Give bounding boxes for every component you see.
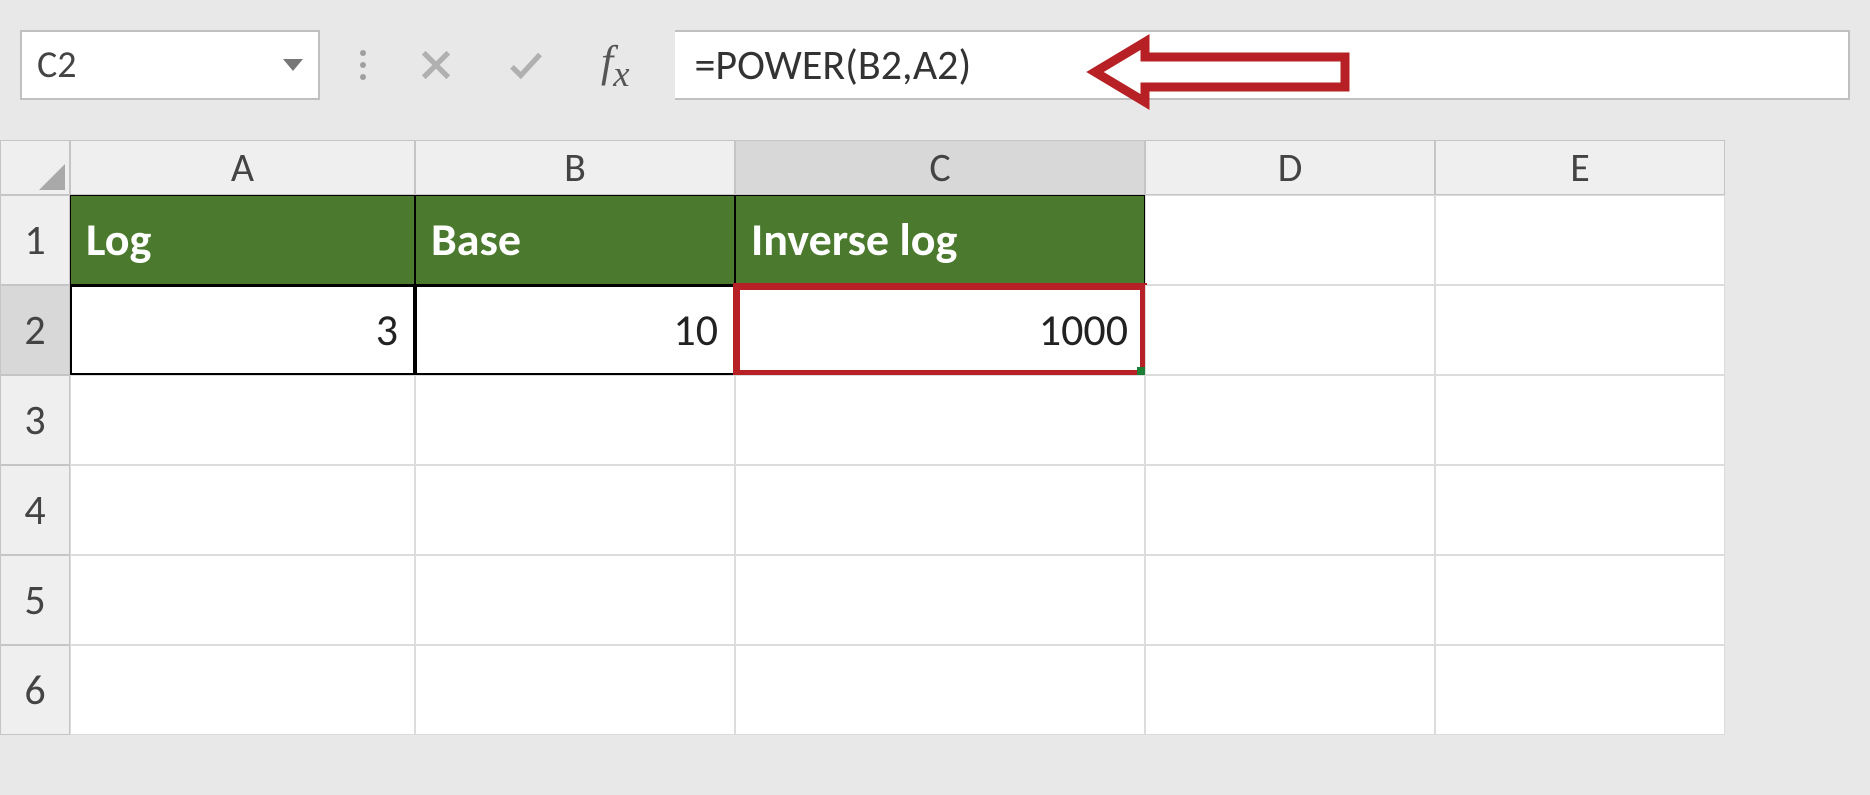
column-headers-row: A B C D E bbox=[0, 140, 1870, 195]
cell-B4[interactable] bbox=[415, 465, 735, 555]
cell-C6[interactable] bbox=[735, 645, 1145, 735]
cancel-icon[interactable] bbox=[406, 44, 466, 86]
row-header-5[interactable]: 5 bbox=[0, 555, 70, 645]
cell-B5[interactable] bbox=[415, 555, 735, 645]
row-2: 2 3 10 1000 bbox=[0, 285, 1870, 375]
cell-E4[interactable] bbox=[1435, 465, 1725, 555]
cell-D4[interactable] bbox=[1145, 465, 1435, 555]
cell-A6[interactable] bbox=[70, 645, 415, 735]
row-1: 1 Log Base Inverse log bbox=[0, 195, 1870, 285]
row-header-1[interactable]: 1 bbox=[0, 195, 70, 285]
row-5: 5 bbox=[0, 555, 1870, 645]
select-all-corner[interactable] bbox=[0, 140, 70, 195]
col-header-D[interactable]: D bbox=[1145, 140, 1435, 195]
cell-B6[interactable] bbox=[415, 645, 735, 735]
cell-E1[interactable] bbox=[1435, 195, 1725, 285]
cell-E6[interactable] bbox=[1435, 645, 1725, 735]
arrow-left-annotation-icon bbox=[1085, 27, 1375, 129]
spreadsheet-grid: A B C D E 1 Log Base Inverse log 2 3 10 … bbox=[0, 140, 1870, 735]
formula-bar: C2 fx =POWER(B2,A2) bbox=[0, 0, 1870, 110]
cell-B2[interactable]: 10 bbox=[415, 285, 735, 375]
cell-A1[interactable]: Log bbox=[70, 195, 415, 285]
cell-B3[interactable] bbox=[415, 375, 735, 465]
cell-E3[interactable] bbox=[1435, 375, 1725, 465]
row-header-4[interactable]: 4 bbox=[0, 465, 70, 555]
name-box[interactable]: C2 bbox=[20, 30, 320, 100]
cell-A2[interactable]: 3 bbox=[70, 285, 415, 375]
row-6: 6 bbox=[0, 645, 1870, 735]
cell-C3[interactable] bbox=[735, 375, 1145, 465]
cell-C2[interactable]: 1000 bbox=[735, 285, 1145, 375]
formula-text: =POWER(B2,A2) bbox=[695, 40, 972, 91]
row-header-2[interactable]: 2 bbox=[0, 285, 70, 375]
cell-D6[interactable] bbox=[1145, 645, 1435, 735]
col-header-A[interactable]: A bbox=[70, 140, 415, 195]
cell-B1[interactable]: Base bbox=[415, 195, 735, 285]
fx-icon[interactable]: fx bbox=[586, 36, 645, 95]
cell-A5[interactable] bbox=[70, 555, 415, 645]
cell-E2[interactable] bbox=[1435, 285, 1725, 375]
cell-A4[interactable] bbox=[70, 465, 415, 555]
col-header-C[interactable]: C bbox=[735, 140, 1145, 195]
cell-D3[interactable] bbox=[1145, 375, 1435, 465]
row-4: 4 bbox=[0, 465, 1870, 555]
name-box-value: C2 bbox=[37, 42, 77, 88]
formula-input[interactable]: =POWER(B2,A2) bbox=[675, 30, 1850, 100]
cell-D2[interactable] bbox=[1145, 285, 1435, 375]
chevron-down-icon[interactable] bbox=[283, 59, 303, 71]
cell-D5[interactable] bbox=[1145, 555, 1435, 645]
cell-C1[interactable]: Inverse log bbox=[735, 195, 1145, 285]
row-header-3[interactable]: 3 bbox=[0, 375, 70, 465]
row-header-6[interactable]: 6 bbox=[0, 645, 70, 735]
grip-icon bbox=[350, 50, 376, 80]
cell-C4[interactable] bbox=[735, 465, 1145, 555]
col-header-E[interactable]: E bbox=[1435, 140, 1725, 195]
check-icon[interactable] bbox=[496, 44, 556, 86]
cell-C5[interactable] bbox=[735, 555, 1145, 645]
col-header-B[interactable]: B bbox=[415, 140, 735, 195]
cell-A3[interactable] bbox=[70, 375, 415, 465]
cell-E5[interactable] bbox=[1435, 555, 1725, 645]
row-3: 3 bbox=[0, 375, 1870, 465]
cell-D1[interactable] bbox=[1145, 195, 1435, 285]
